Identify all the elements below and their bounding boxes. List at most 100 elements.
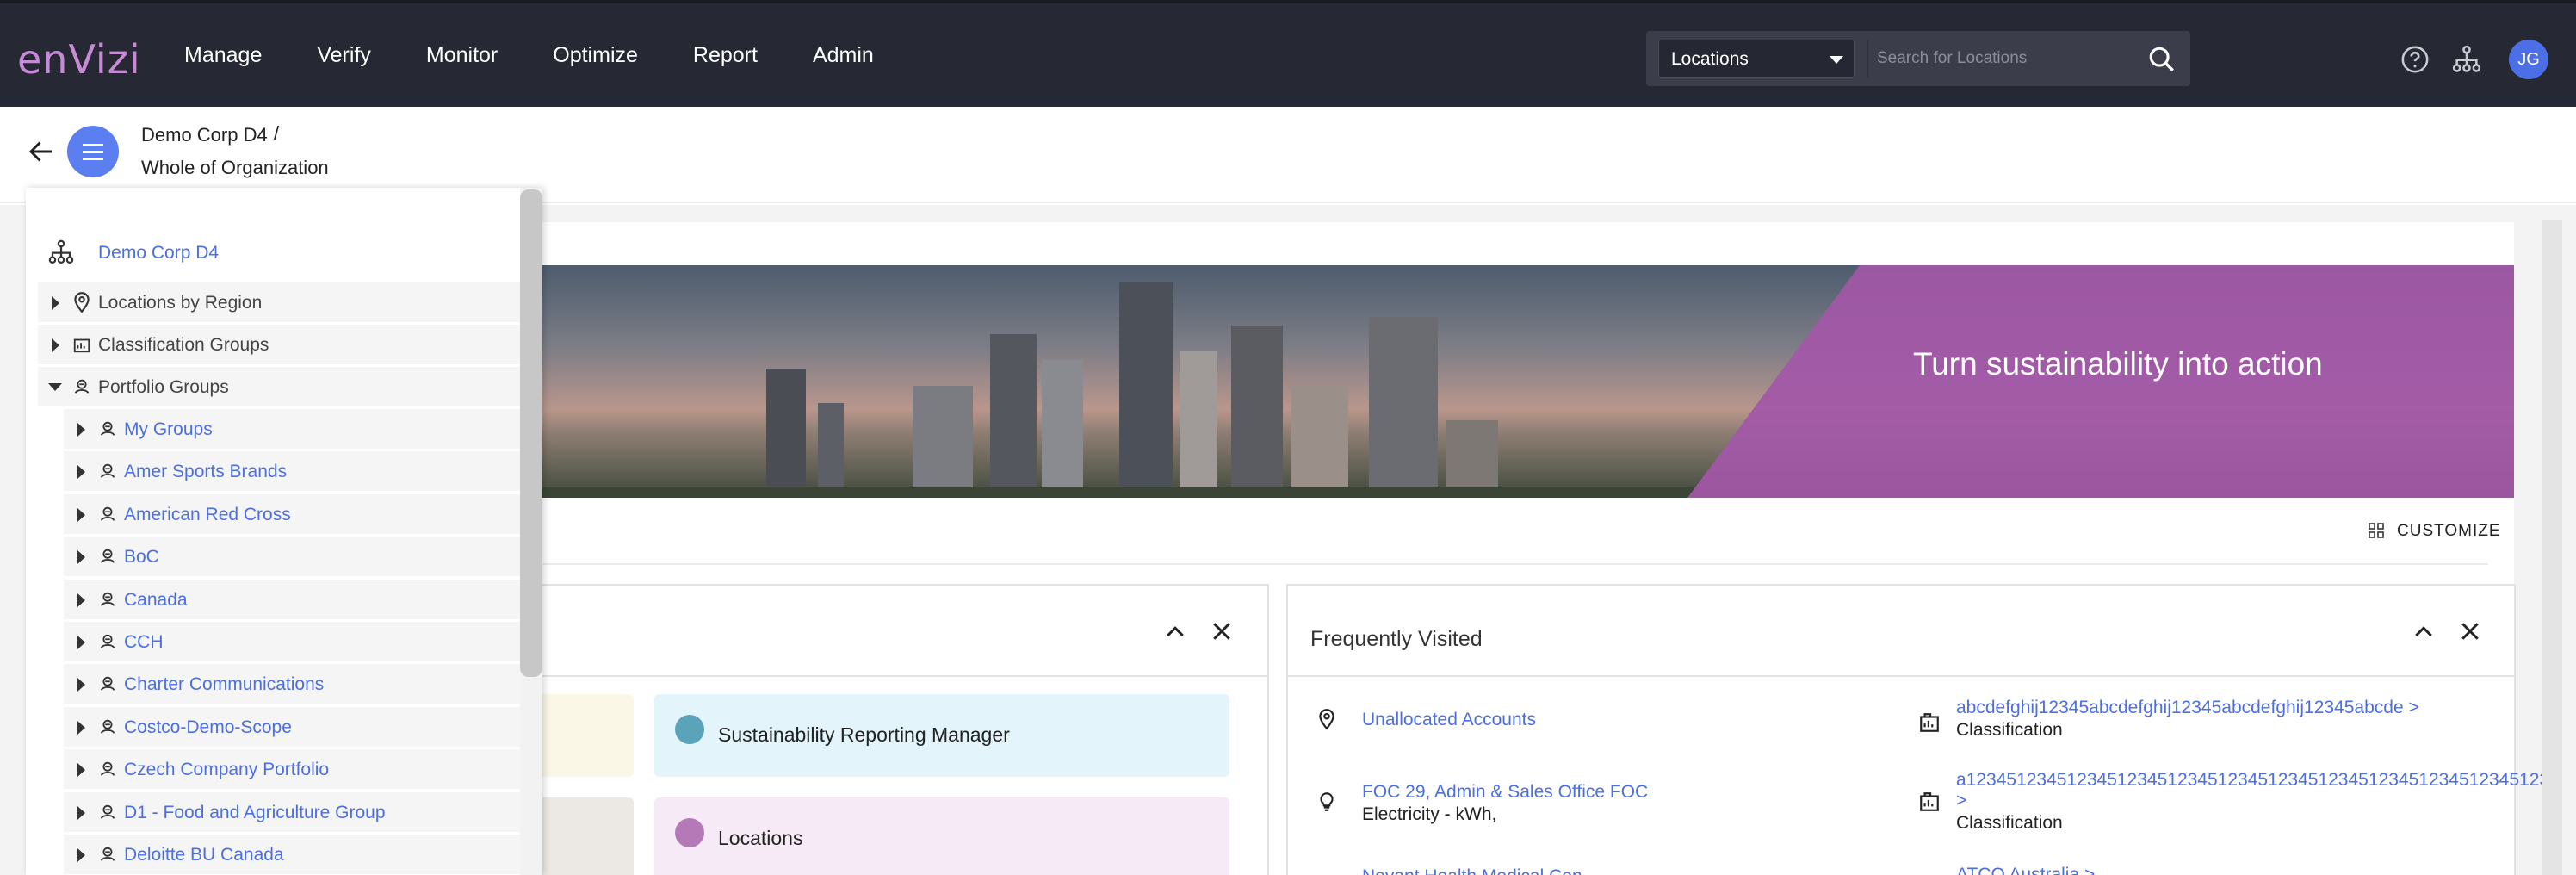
frequently-visited-link[interactable]: a123451234512345123451234512345123451234… (1956, 770, 2560, 791)
quick-links-card: Sustainability Reporting Manager Locatio… (517, 584, 1269, 875)
frequently-visited-link[interactable]: ATCO Australia > (1956, 865, 2095, 875)
expand-arrow-icon[interactable] (52, 338, 59, 352)
tree-item-label[interactable]: Locations by Region (98, 293, 262, 313)
tree-child-item[interactable]: CCH (64, 622, 520, 661)
expand-arrow-icon[interactable] (77, 465, 85, 480)
close-icon[interactable] (2457, 618, 2483, 644)
frequently-visited-link[interactable]: abcdefghij12345abcdefghij12345abcdefghij… (1956, 698, 2419, 718)
search-scope-value: Locations (1671, 49, 1749, 69)
building-shape (1231, 326, 1283, 498)
chevron-up-icon[interactable] (1162, 618, 1188, 644)
tree-root-label[interactable]: Demo Corp D4 (98, 243, 219, 264)
page-scrollbar[interactable] (2542, 220, 2562, 875)
nav-admin[interactable]: Admin (813, 43, 874, 68)
tree-child-label[interactable]: Charter Communications (124, 674, 324, 695)
help-icon[interactable] (2400, 45, 2430, 74)
tree-item-label[interactable]: Classification Groups (98, 335, 269, 356)
frequently-visited-link-continued[interactable]: > (1956, 791, 2560, 811)
portfolio-group-icon (100, 592, 115, 606)
expand-arrow-icon[interactable] (77, 720, 85, 735)
expand-arrow-icon[interactable] (77, 636, 85, 649)
expand-arrow-icon[interactable] (77, 805, 85, 820)
tree-child-item[interactable]: American Red Cross (64, 493, 520, 534)
expand-arrow-icon[interactable] (77, 848, 85, 862)
close-icon[interactable] (1209, 618, 1235, 644)
nav-manage[interactable]: Manage (184, 43, 262, 68)
frequently-visited-link[interactable]: FOC 29, Admin & Sales Office FOC (1362, 782, 1648, 803)
frequently-visited-item[interactable]: Novant Health Medical Cen... (1362, 866, 1597, 875)
search-input[interactable] (1867, 40, 2125, 78)
tree-item-locations-by-region[interactable]: Locations by Region (38, 282, 520, 322)
quick-link-tile[interactable]: Locations (654, 797, 1229, 875)
tree-child-label[interactable]: Amer Sports Brands (124, 462, 287, 482)
breadcrumb-separator: / (274, 122, 280, 144)
tree-child-label[interactable]: BoC (124, 547, 159, 568)
back-arrow-icon[interactable] (26, 136, 57, 167)
frequently-visited-sub: Classification (1956, 813, 2063, 833)
tree-child-item[interactable]: Amer Sports Brands (64, 451, 520, 492)
expand-arrow-icon[interactable] (77, 550, 85, 565)
tree-child-label[interactable]: Czech Company Portfolio (124, 760, 329, 780)
tree-child-label[interactable]: Deloitte BU Canada (124, 845, 284, 866)
building-shape (1369, 317, 1438, 498)
chevron-up-icon[interactable] (2411, 618, 2437, 644)
building-shape (766, 369, 806, 498)
tree-item-label[interactable]: Portfolio Groups (98, 377, 229, 398)
tree-child-item[interactable]: Czech Company Portfolio (64, 749, 520, 790)
portfolio-group-icon (100, 634, 115, 648)
menu-icon-line (83, 151, 103, 153)
tree-item-portfolio-groups[interactable]: Portfolio Groups (38, 367, 520, 406)
portfolio-group-icon (100, 464, 115, 479)
expand-arrow-icon[interactable] (77, 507, 85, 522)
tree-child-item[interactable]: Costco-Demo-Scope (64, 706, 520, 747)
tree-child-item[interactable]: Charter Communications (64, 664, 520, 704)
tree-child-item[interactable]: D1 - Food and Agriculture Group (64, 791, 520, 832)
frequently-visited-item[interactable]: a123451234512345123451234512345123451234… (1956, 770, 2560, 834)
collapse-arrow-icon[interactable] (48, 383, 62, 391)
search-icon[interactable] (2147, 45, 2177, 74)
hierarchy-icon[interactable] (2452, 45, 2481, 74)
location-pin-icon (1319, 709, 1334, 730)
tree-child-label[interactable]: My Groups (124, 419, 213, 440)
expand-arrow-icon[interactable] (77, 593, 85, 607)
expand-arrow-icon[interactable] (77, 678, 85, 692)
tree-scrollbar-thumb[interactable] (520, 189, 542, 677)
breadcrumb-parent[interactable]: Demo Corp D4 (141, 124, 268, 146)
tree-child-label[interactable]: CCH (124, 632, 164, 653)
expand-arrow-icon[interactable] (52, 296, 59, 310)
tree-child-item[interactable]: BoC (64, 537, 520, 577)
tree-child-label[interactable]: Canada (124, 590, 188, 611)
frequently-visited-item[interactable]: ATCO Australia > (1956, 865, 2095, 875)
tree-item-classification-groups[interactable]: Classification Groups (38, 325, 520, 364)
tree-child-item[interactable]: Canada (64, 579, 520, 619)
frequently-visited-item[interactable]: Unallocated Accounts (1362, 710, 1536, 730)
card-title: Frequently Visited (1310, 627, 1483, 651)
frequently-visited-item[interactable]: abcdefghij12345abcdefghij12345abcdefghij… (1956, 698, 2419, 741)
tree-child-label[interactable]: American Red Cross (124, 505, 291, 525)
tree-child-item[interactable]: My Groups (64, 409, 520, 449)
tree-menu-button[interactable] (67, 126, 119, 177)
envizi-logo[interactable]: enVizi (17, 36, 141, 83)
tree-root[interactable]: Demo Corp D4 (38, 233, 520, 272)
tree-child-label[interactable]: Costco-Demo-Scope (124, 717, 292, 738)
user-avatar[interactable]: JG (2509, 40, 2548, 79)
frequently-visited-item[interactable]: FOC 29, Admin & Sales Office FOC Electri… (1362, 782, 1648, 825)
search-bar: Locations (1646, 31, 2190, 86)
top-navigation-bar: enVizi Manage Verify Monitor Optimize Re… (0, 0, 2576, 107)
expand-arrow-icon[interactable] (77, 423, 85, 437)
nav-monitor[interactable]: Monitor (426, 43, 498, 68)
quick-link-label: Sustainability Reporting Manager (718, 723, 1010, 746)
portfolio-group-icon (100, 761, 115, 777)
quick-link-tile[interactable]: Sustainability Reporting Manager (654, 694, 1229, 777)
caret-down-icon (1830, 56, 1843, 64)
nav-optimize[interactable]: Optimize (553, 43, 638, 68)
frequently-visited-link[interactable]: Unallocated Accounts (1362, 710, 1536, 730)
search-scope-select[interactable]: Locations (1658, 40, 1855, 78)
tree-child-item[interactable]: Deloitte BU Canada (64, 835, 520, 874)
tree-child-label[interactable]: D1 - Food and Agriculture Group (124, 803, 386, 823)
customize-button[interactable]: CUSTOMIZE (2397, 522, 2501, 541)
nav-report[interactable]: Report (693, 43, 758, 68)
nav-verify[interactable]: Verify (317, 43, 371, 68)
frequently-visited-link[interactable]: Novant Health Medical Cen... (1362, 866, 1597, 875)
expand-arrow-icon[interactable] (77, 763, 85, 778)
